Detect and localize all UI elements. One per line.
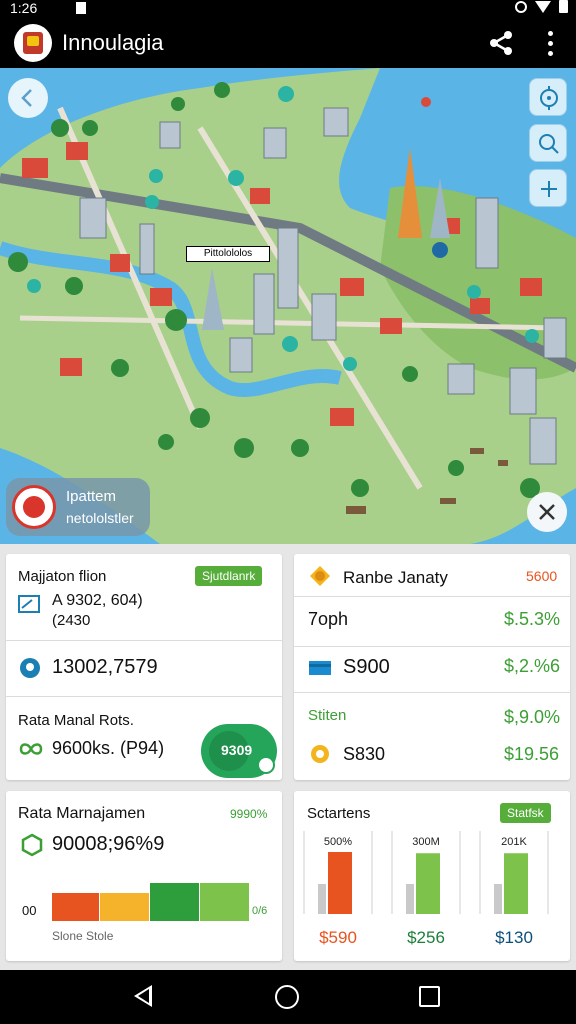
pill-indicator-icon [257,756,275,774]
card2-row2-label: S900 [343,656,390,678]
status-time: 1:26 [10,0,38,16]
nav-recents-icon[interactable] [419,986,440,1007]
divider [294,646,570,647]
card3-footer: Slone Stole [52,929,114,943]
card1-badge[interactable]: Sjutdlanrk [195,566,263,586]
progress-segment [150,883,199,921]
notification-icon [76,2,86,14]
plus-icon [541,181,557,197]
document-icon [18,595,40,613]
legend-badge-icon [12,485,56,529]
chart-bar [416,853,440,914]
chart-bar [504,853,528,914]
legend-subtitle: netololstler [66,510,134,526]
card2-title-value: 5600 [526,568,558,584]
locate-button[interactable] [529,78,567,116]
card-sctartens[interactable]: Sctartens Statfsk 500% $590 300M $256 201K $1… [294,791,570,961]
chart-bar-secondary [318,884,326,914]
nav-home-icon[interactable] [275,985,299,1009]
progress-segment [52,893,100,921]
card-icon [309,661,331,675]
chart-bar [328,852,352,914]
close-icon [539,504,555,520]
dashboard: Majjaton flion Sjutdlanrk A 9302, 604) (… [0,544,576,970]
card2-row4-value: $19.56 [504,744,560,764]
card3-title-value: 9990% [230,807,268,821]
status-bar: 1:26 [0,0,576,18]
card3-value: 90008;96%9 [52,833,165,855]
search-icon [539,134,559,154]
chart-bar-label: 201K [501,836,527,848]
chart-bar-secondary [406,884,414,914]
card-majjaton[interactable]: Majjaton flion Sjutdlanrk A 9302, 604) (… [6,554,282,780]
alarm-icon [515,0,527,13]
share-icon[interactable] [488,30,514,56]
card2-row1-value: $.5.3% [504,609,561,629]
city-map[interactable]: Pittolololos Ipattem netololstler [0,68,576,544]
divider [6,640,282,641]
chart-bar-label: 300M [412,836,440,848]
divider [6,696,282,697]
divider [294,596,570,597]
card1-row2-value: 13002,7579 [52,656,158,678]
card-ranbe[interactable]: Ranbe Janaty 5600 7oph $.5.3% S900 $,2.%… [294,554,570,780]
card2-title: Ranbe Janaty [343,568,448,587]
chart-bar-label: 500% [324,836,352,848]
axis-start-label: 00 [22,903,37,918]
app-bar: Innoulagia [0,18,576,68]
battery-icon [559,0,568,13]
card-rata-marnajamen[interactable]: Rata Marnajamen 9990% 90008;96%9 00 0/6 … [6,791,282,961]
map-legend[interactable]: Ipattem netololstler [6,478,150,536]
navigation-bar [0,970,576,1024]
more-options-icon[interactable] [538,28,562,58]
card2-row1-label: 7oph [308,609,349,629]
map-back-button[interactable] [8,78,48,118]
chevron-left-icon [21,89,32,107]
card1-row3-title: Rata Manal Rots. [18,712,134,729]
coin-icon [310,566,330,586]
progress-segment [100,893,150,921]
location-icon [20,658,40,678]
wifi-icon [535,0,551,13]
app-logo-icon[interactable] [14,24,52,62]
card2-row3-label: Stiten [308,707,347,724]
card1-row3-value: 9600ks. (P94) [52,738,165,758]
progress-segment [200,883,249,921]
nav-back-icon[interactable] [134,985,152,1007]
chart-bar-secondary [494,884,502,914]
card1-main-value: A 9302, 604) [52,592,143,609]
map-search-button[interactable] [529,124,567,162]
pill-value: 9309 [221,742,253,758]
map-place-label[interactable]: Pittolololos [186,246,270,262]
chart-value-label: $130 [495,928,533,947]
card1-sub-value: (2430 [52,612,91,629]
target-icon [540,86,558,110]
divider [294,692,570,693]
card1-toggle-pill[interactable]: 9309 [201,724,277,778]
gear-icon [311,745,329,763]
card3-title: Rata Marnajamen [18,805,146,822]
progress-bar [52,883,250,921]
status-icons [515,0,568,13]
card2-row4-label: S830 [343,744,386,764]
card2-row2-value: $,2.%6 [504,656,561,676]
chart-value-label: $256 [407,928,445,947]
legend-title: Ipattem [66,488,117,505]
map-illustration [0,68,576,544]
chart-value-label: $590 [319,928,357,947]
card1-title: Majjaton flion [18,568,107,585]
card4-bar-chart: 500% $590 300M $256 201K $130 [303,831,549,947]
axis-end-label: 0/6 [252,905,268,917]
card2-row3-value: $,9.0% [504,707,561,727]
hexagon-icon [21,833,43,857]
app-title: Innoulagia [62,30,164,55]
zoom-in-button[interactable] [529,169,567,207]
map-close-button[interactable] [527,492,567,532]
infinity-icon [19,743,43,755]
